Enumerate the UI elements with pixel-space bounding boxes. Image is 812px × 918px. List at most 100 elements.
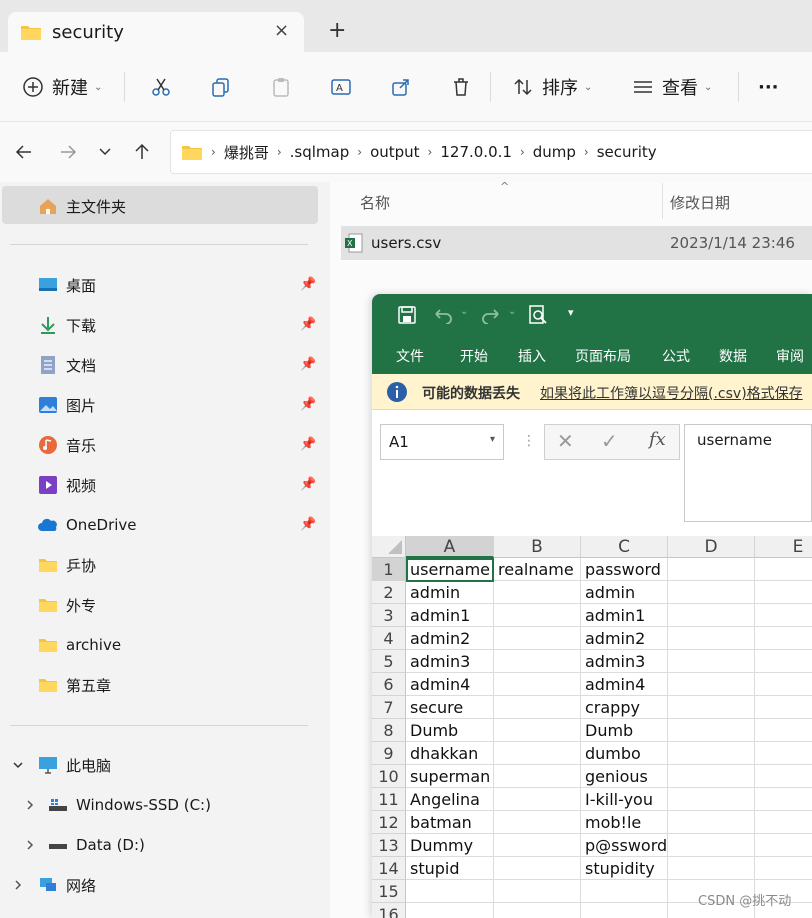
sidebar-item-drive-c[interactable]: Windows-SSD (C:) [48,793,211,817]
grid-cell[interactable]: dumbo [581,742,668,765]
sidebar-item-pictures[interactable]: 图片 [38,393,96,417]
grid-cell[interactable] [494,604,581,627]
grid-cell[interactable] [494,857,581,880]
customize-toolbar-icon[interactable]: ▾ [568,306,574,319]
column-header-c[interactable]: C [581,536,668,558]
grid-cell[interactable]: admin [406,581,494,604]
column-header-modified[interactable]: 修改日期 [670,192,730,213]
sidebar-item-folder[interactable]: archive [38,633,121,657]
grid-cell[interactable] [494,627,581,650]
column-header-a[interactable]: A [406,536,494,558]
breadcrumb-item[interactable]: .sqlmap [290,143,350,161]
grid-cell[interactable] [755,604,812,627]
row-header[interactable]: 9 [372,742,406,765]
grid-cell[interactable]: admin1 [406,604,494,627]
grid-cell[interactable] [494,788,581,811]
copy-button[interactable] [210,52,232,122]
grid-cell[interactable] [668,558,755,581]
grid-cell[interactable]: batman [406,811,494,834]
new-tab-button[interactable]: + [328,18,346,43]
more-vertical-icon[interactable]: ⋮ [522,433,536,449]
grid-cell[interactable] [668,788,755,811]
grid-cell[interactable] [755,650,812,673]
ribbon-tab-review[interactable]: 审阅 [776,346,804,366]
row-header[interactable]: 5 [372,650,406,673]
breadcrumb-item[interactable]: output [370,143,419,161]
ribbon-tab-insert[interactable]: 插入 [518,346,546,366]
name-box[interactable]: A1 ▾ [380,424,504,460]
grid-cell[interactable] [755,811,812,834]
pin-icon[interactable]: 📌 [300,357,316,372]
grid-cell[interactable]: Dumb [406,719,494,742]
grid-cell[interactable] [755,742,812,765]
chevron-right-icon[interactable] [24,839,36,851]
row-header[interactable]: 11 [372,788,406,811]
grid-cell[interactable] [668,604,755,627]
checkmark-icon[interactable]: ✓ [601,429,618,453]
grid-cell[interactable] [668,834,755,857]
sidebar-item-desktop[interactable]: 桌面 [38,273,96,297]
row-header[interactable]: 14 [372,857,406,880]
more-options-button[interactable]: ··· [758,52,779,122]
grid-cell[interactable] [668,742,755,765]
grid-cell[interactable]: admin4 [406,673,494,696]
recent-locations-chevron-icon[interactable] [98,146,112,158]
grid-cell[interactable]: stupid [406,857,494,880]
row-header[interactable]: 10 [372,765,406,788]
grid-cell[interactable]: mob!le [581,811,668,834]
grid-cell[interactable]: Angelina [406,788,494,811]
breadcrumb-item[interactable]: 爆挑哥 [224,142,269,163]
grid-cell[interactable] [494,903,581,918]
grid-cell[interactable] [494,765,581,788]
grid-cell[interactable]: admin4 [581,673,668,696]
grid-cell[interactable]: admin2 [406,627,494,650]
new-button[interactable]: 新建 ⌄ [22,52,102,122]
grid-cell[interactable] [494,673,581,696]
sidebar-item-folder[interactable]: 外专 [38,593,96,617]
grid-cell[interactable] [668,765,755,788]
row-header[interactable]: 12 [372,811,406,834]
grid-cell[interactable] [668,627,755,650]
column-header-d[interactable]: D [668,536,755,558]
pin-icon[interactable]: 📌 [300,517,316,532]
delete-button[interactable] [450,52,472,122]
row-header[interactable]: 8 [372,719,406,742]
row-header[interactable]: 16 [372,903,406,918]
forward-arrow-icon[interactable] [58,142,78,162]
back-arrow-icon[interactable] [14,142,34,162]
row-header[interactable]: 13 [372,834,406,857]
insert-function-icon[interactable]: fx [649,429,666,450]
row-header[interactable]: 7 [372,696,406,719]
chevron-down-icon[interactable]: ⌄ [508,306,516,317]
grid-cell[interactable] [668,581,755,604]
breadcrumb-item[interactable]: security [597,143,657,161]
column-header-e[interactable]: E [755,536,812,558]
ribbon-tab-data[interactable]: 数据 [719,346,747,366]
sidebar-item-this-pc[interactable]: 此电脑 [38,753,111,777]
grid-cell[interactable] [668,719,755,742]
warning-message-link[interactable]: 如果将此工作簿以逗号分隔(.csv)格式保存 [540,383,803,403]
grid-cell[interactable]: superman [406,765,494,788]
grid-cell[interactable] [755,696,812,719]
grid-cell[interactable] [755,558,812,581]
grid-cell[interactable] [668,811,755,834]
file-row[interactable]: X users.csv 2023/1/14 23:46 [341,226,812,260]
redo-icon[interactable] [480,306,502,324]
tab-security[interactable]: security × [8,12,304,52]
address-breadcrumb[interactable]: › 爆挑哥 › .sqlmap › output › 127.0.0.1 › d… [170,130,812,174]
row-header[interactable]: 4 [372,627,406,650]
grid-cell[interactable]: I-kill-you [581,788,668,811]
sidebar-item-music[interactable]: 音乐 [38,433,96,457]
grid-cell[interactable] [494,719,581,742]
sidebar-item-videos[interactable]: 视频 [38,473,96,497]
pin-icon[interactable]: 📌 [300,397,316,412]
grid-cell[interactable] [581,903,668,918]
grid-cell[interactable] [406,903,494,918]
close-tab-button[interactable]: × [274,20,289,41]
row-header[interactable]: 6 [372,673,406,696]
grid-cell[interactable]: admin2 [581,627,668,650]
row-header[interactable]: 15 [372,880,406,903]
grid-cell[interactable] [755,834,812,857]
grid-cell[interactable]: realname [494,558,581,581]
grid-cell[interactable] [494,696,581,719]
